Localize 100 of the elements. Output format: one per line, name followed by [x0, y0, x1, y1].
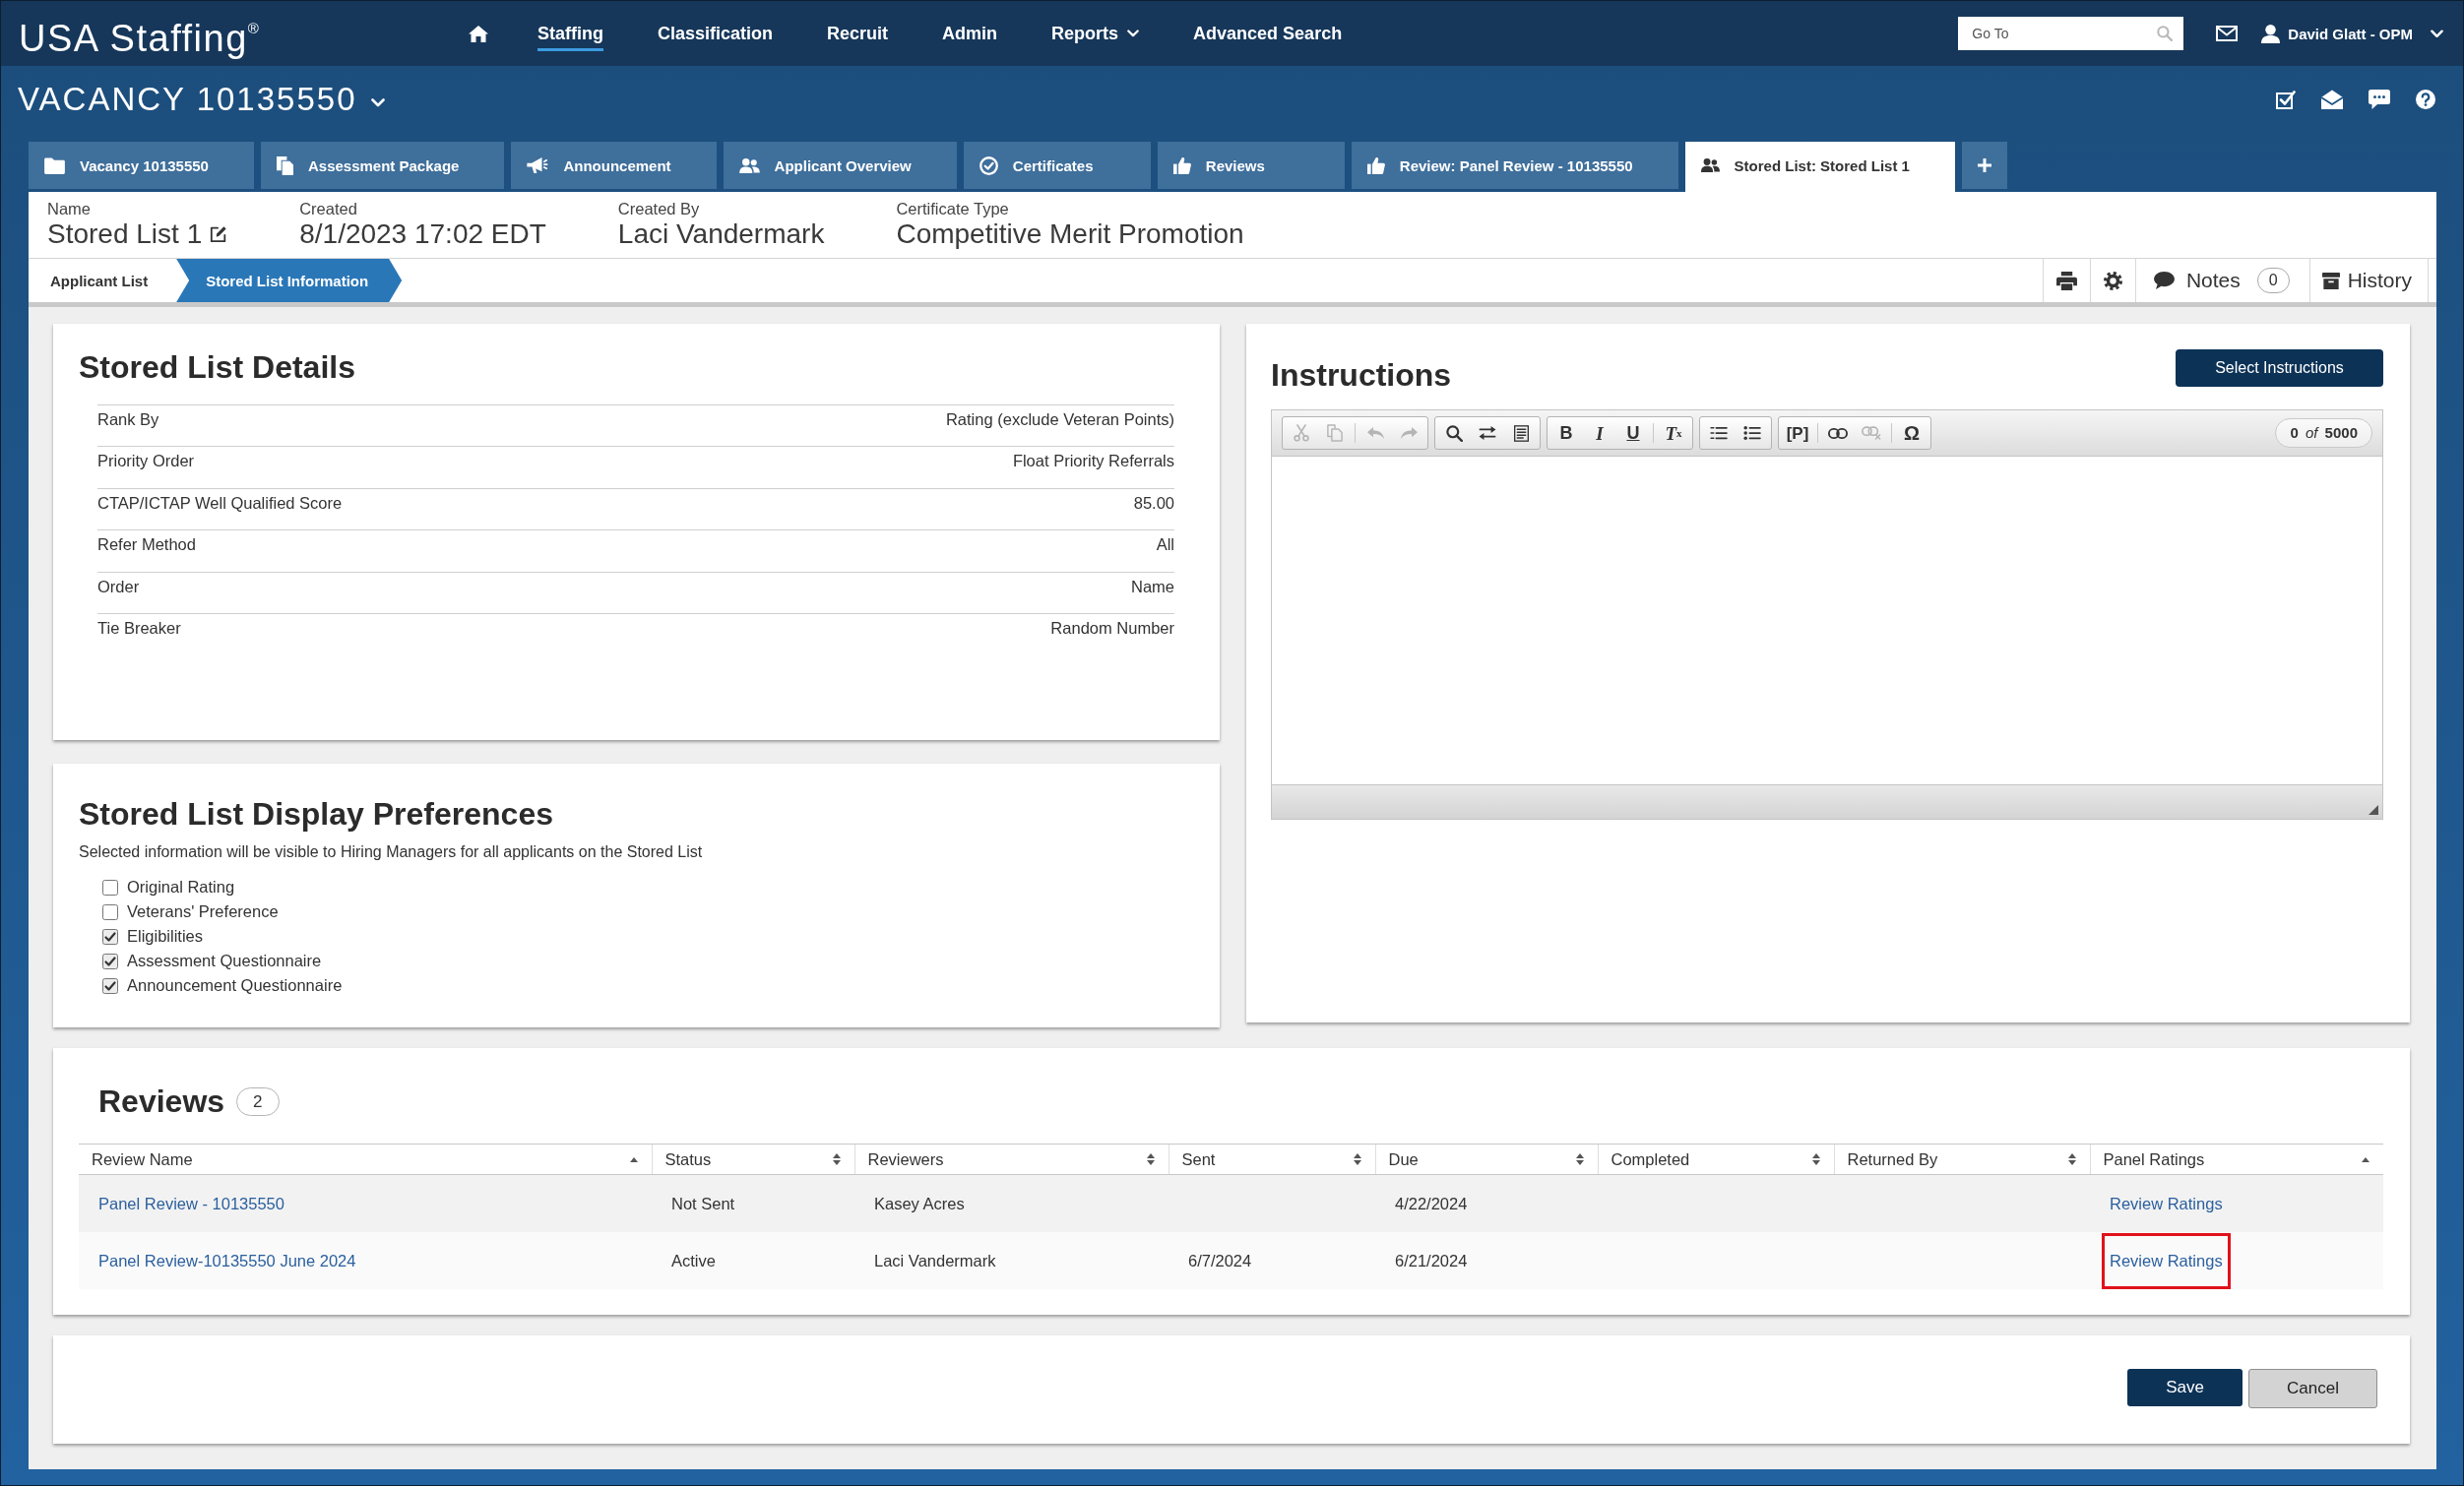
table-cell: Active: [652, 1232, 854, 1289]
checkbox[interactable]: [102, 977, 118, 994]
detail-label: Refer Method: [97, 535, 196, 556]
checkbox-label: Veterans' Preference: [127, 902, 279, 921]
table-cell: 4/22/2024: [1375, 1174, 1598, 1232]
breadcrumb-tab[interactable]: Applicant List: [29, 259, 177, 302]
help-icon[interactable]: [2416, 90, 2435, 109]
table-cell: Kasey Acres: [854, 1174, 1169, 1232]
character-counter: 0 of 5000: [2275, 418, 2372, 448]
resize-grip-icon[interactable]: [2369, 805, 2378, 815]
archive-icon: [2321, 272, 2340, 289]
nav-link[interactable]: Classification: [658, 16, 774, 51]
open-envelope-icon[interactable]: [2321, 90, 2343, 109]
cancel-button[interactable]: Cancel: [2248, 1369, 2377, 1408]
nav-link[interactable]: Reports: [1051, 16, 1140, 51]
checkbox[interactable]: [102, 879, 118, 896]
tab[interactable]: Certificates: [963, 142, 1151, 189]
card-title: Reviews: [98, 1083, 225, 1120]
check-circle-icon: [979, 155, 998, 175]
thumbs-up-icon: [1172, 156, 1191, 174]
checkbox[interactable]: [102, 953, 118, 969]
detail-value: Random Number: [1050, 618, 1174, 639]
column-header[interactable]: Due: [1375, 1144, 1598, 1175]
field-value: Competitive Merit Promotion: [896, 217, 1244, 251]
detail-value: Name: [1131, 577, 1174, 597]
save-button[interactable]: Save: [2127, 1369, 2243, 1406]
tab[interactable]: Applicant Overview: [723, 142, 957, 189]
detail-value: Rating (exclude Veteran Points): [945, 410, 1174, 430]
field-label: Created: [299, 200, 358, 217]
chat-icon[interactable]: [2369, 90, 2390, 109]
field-label: Created By: [617, 200, 701, 217]
document-lines-icon: [1513, 424, 1529, 442]
review-link[interactable]: Review Ratings: [2110, 1194, 2223, 1213]
logo[interactable]: USA Staffing$^{®}$: [19, 18, 259, 59]
card-title: Stored List Details: [79, 348, 356, 386]
user-menu[interactable]: David Glatt - OPM: [2261, 24, 2443, 43]
history-button[interactable]: History: [2308, 259, 2429, 302]
field-value: Stored List 1: [47, 217, 203, 251]
checkbox-label: Assessment Questionnaire: [127, 952, 322, 970]
print-icon: [2055, 271, 2077, 290]
envelope-icon[interactable]: [2216, 26, 2239, 41]
edit-icon[interactable]: [210, 225, 228, 243]
plus-icon: [1977, 158, 1991, 172]
toolbar-button[interactable]: [P]: [1781, 418, 1814, 448]
nav-link[interactable]: Advanced Search: [1193, 16, 1343, 51]
undo-icon: [1366, 427, 1384, 439]
search-icon: [2157, 26, 2174, 41]
bulleted-list-icon: [1743, 426, 1761, 440]
unlink-icon: [1862, 426, 1881, 440]
column-header[interactable]: Reviewers: [854, 1144, 1169, 1175]
column-header[interactable]: Completed: [1598, 1144, 1834, 1175]
toolbar-button[interactable]: Ω: [1895, 418, 1928, 448]
detail-label: Rank By: [97, 410, 159, 430]
breadcrumb-tab[interactable]: Stored List Information: [176, 259, 403, 302]
checkbox-label: Original Rating: [127, 878, 235, 897]
user-icon: [2261, 24, 2281, 43]
review-link[interactable]: Panel Review-10135550 June 2024: [98, 1251, 356, 1270]
toolbar-button[interactable]: B: [1549, 418, 1583, 448]
toolbar-button[interactable]: U: [1616, 418, 1650, 448]
chevron-down-icon: [370, 97, 385, 107]
checkbox[interactable]: [102, 903, 118, 920]
search-icon: [1445, 424, 1463, 442]
select-instructions-button[interactable]: Select Instructions: [2176, 349, 2383, 387]
toolbar-button[interactable]: I: [1583, 418, 1616, 448]
nav-link[interactable]: Admin: [942, 16, 998, 51]
megaphone-icon: [527, 156, 549, 174]
column-header[interactable]: Sent: [1169, 1144, 1375, 1175]
checkbox-label: Eligibilities: [127, 927, 204, 946]
detail-label: Priority Order: [97, 452, 195, 472]
table-cell: Not Sent: [652, 1174, 854, 1232]
tab[interactable]: Stored List: Stored List 1: [1684, 142, 1955, 192]
redo-icon: [1400, 427, 1418, 439]
description-text: Selected information will be visible to Hiring Managers for all applicants on the Stored List: [79, 842, 704, 862]
check-square-icon[interactable]: [2276, 90, 2296, 109]
detail-value: Float Priority Referrals: [1012, 452, 1174, 472]
tab[interactable]: Announcement: [511, 142, 717, 189]
tab[interactable]: Review: Panel Review - 10135550: [1351, 142, 1678, 189]
home-icon[interactable]: [469, 25, 488, 42]
column-header[interactable]: Review Name: [79, 1144, 652, 1175]
review-link[interactable]: Review Ratings: [2102, 1232, 2231, 1289]
field-value: Laci Vandermark: [617, 217, 825, 251]
nav-link[interactable]: Staffing: [537, 16, 603, 51]
checkbox[interactable]: [102, 928, 118, 945]
search-field[interactable]: Go To: [1958, 17, 2184, 50]
review-link[interactable]: Panel Review - 10135550: [98, 1194, 284, 1213]
nav-link[interactable]: Recruit: [827, 16, 889, 51]
card-title: Instructions: [1271, 356, 1452, 394]
vacancy-dropdown[interactable]: VACANCY 10135550: [18, 81, 385, 118]
add-tab-button[interactable]: [1961, 142, 2007, 189]
documents-icon: [276, 155, 293, 175]
folder-icon: [44, 156, 65, 174]
column-header[interactable]: Returned By: [1834, 1144, 2090, 1175]
swap-arrows-icon: [1479, 425, 1496, 441]
table-cell: 6/7/2024: [1169, 1232, 1375, 1289]
tab[interactable]: Vacancy 10135550: [29, 142, 254, 189]
table-cell: Laci Vandermark: [854, 1232, 1169, 1289]
column-header[interactable]: Panel Ratings: [2090, 1144, 2383, 1175]
column-header[interactable]: Status: [652, 1144, 854, 1175]
tab[interactable]: Assessment Package: [260, 142, 505, 189]
tab[interactable]: Reviews: [1157, 142, 1345, 189]
